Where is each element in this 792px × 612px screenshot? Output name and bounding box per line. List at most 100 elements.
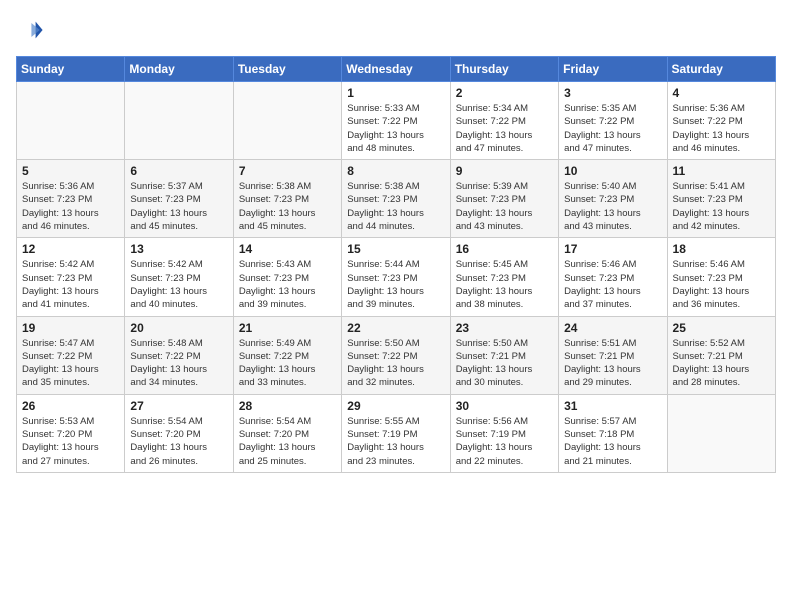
day-number: 21 [239,321,336,335]
day-number: 10 [564,164,661,178]
calendar-header-row: SundayMondayTuesdayWednesdayThursdayFrid… [17,57,776,82]
calendar-cell: 18Sunrise: 5:46 AM Sunset: 7:23 PM Dayli… [667,238,775,316]
day-of-week-header: Saturday [667,57,775,82]
calendar-cell: 11 Sunrise: 5:41 AM Sunset: 7:23 PM Dayli… [667,160,775,238]
day-info: Sunrise: 5:45 AM Sunset: 7:23 PM Dayligh… [456,258,553,311]
day-number: 7 [239,164,336,178]
day-info: Sunrise: 5:54 AM Sunset: 7:20 PM Dayligh… [239,415,336,468]
logo [16,16,48,44]
day-number: 14 [239,242,336,256]
day-info: Sunrise: 5:50 AM Sunset: 7:21 PM Dayligh… [456,337,553,390]
day-info: Sunrise: 5:46 AM Sunset: 7:23 PM Dayligh… [564,258,661,311]
day-info: Sunrise: 5:39 AM Sunset: 7:23 PM Dayligh… [456,180,553,233]
calendar-week-row: 12 Sunrise: 5:42 AM Sunset: 7:23 PM Dayli… [17,238,776,316]
calendar-cell [667,394,775,472]
day-number: 5 [22,164,119,178]
calendar-cell: 6 Sunrise: 5:37 AM Sunset: 7:23 PM Daylig… [125,160,233,238]
day-info: Sunrise: 5:42 AM Sunset: 7:23 PM Dayligh… [130,258,227,311]
day-number: 6 [130,164,227,178]
day-info: Sunrise: 5:42 AM Sunset: 7:23 PM Dayligh… [22,258,119,311]
day-info: Sunrise: 5:36 AM Sunset: 7:22 PM Dayligh… [673,102,770,155]
day-number: 25 [673,321,770,335]
day-info: Sunrise: 5:38 AM Sunset: 7:23 PM Dayligh… [239,180,336,233]
page-header [16,16,776,44]
day-number: 19 [22,321,119,335]
day-number: 18 [673,242,770,256]
day-of-week-header: Wednesday [342,57,450,82]
day-number: 11 [673,164,770,178]
day-of-week-header: Tuesday [233,57,341,82]
calendar-cell: 17 Sunrise: 5:46 AM Sunset: 7:23 PM Dayli… [559,238,667,316]
day-number: 12 [22,242,119,256]
day-number: 22 [347,321,444,335]
day-of-week-header: Friday [559,57,667,82]
calendar-week-row: 5 Sunrise: 5:36 AM Sunset: 7:23 PM Daylig… [17,160,776,238]
day-number: 26 [22,399,119,413]
day-info: Sunrise: 5:35 AM Sunset: 7:22 PM Dayligh… [564,102,661,155]
calendar-week-row: 26 Sunrise: 5:53 AM Sunset: 7:20 PM Dayli… [17,394,776,472]
day-info: Sunrise: 5:53 AM Sunset: 7:20 PM Dayligh… [22,415,119,468]
calendar-week-row: 19 Sunrise: 5:47 AM Sunset: 7:22 PM Dayli… [17,316,776,394]
calendar-cell: 12 Sunrise: 5:42 AM Sunset: 7:23 PM Dayli… [17,238,125,316]
day-info: Sunrise: 5:52 AM Sunset: 7:21 PM Dayligh… [673,337,770,390]
calendar-cell: 23 Sunrise: 5:50 AM Sunset: 7:21 PM Dayli… [450,316,558,394]
day-of-week-header: Monday [125,57,233,82]
day-number: 3 [564,86,661,100]
day-number: 2 [456,86,553,100]
day-info: Sunrise: 5:54 AM Sunset: 7:20 PM Dayligh… [130,415,227,468]
calendar-cell: 16 Sunrise: 5:45 AM Sunset: 7:23 PM Dayli… [450,238,558,316]
calendar-cell: 21Sunrise: 5:49 AM Sunset: 7:22 PM Dayli… [233,316,341,394]
calendar-cell: 10 Sunrise: 5:40 AM Sunset: 7:23 PM Dayli… [559,160,667,238]
day-number: 27 [130,399,227,413]
day-number: 23 [456,321,553,335]
calendar-cell: 15 Sunrise: 5:44 AM Sunset: 7:23 PM Dayli… [342,238,450,316]
calendar-cell: 1 Sunrise: 5:33 AM Sunset: 7:22 PM Daylig… [342,82,450,160]
calendar-cell: 22 Sunrise: 5:50 AM Sunset: 7:22 PM Dayli… [342,316,450,394]
calendar-cell: 26 Sunrise: 5:53 AM Sunset: 7:20 PM Dayli… [17,394,125,472]
calendar-cell [233,82,341,160]
day-info: Sunrise: 5:37 AM Sunset: 7:23 PM Dayligh… [130,180,227,233]
day-number: 16 [456,242,553,256]
calendar-cell [17,82,125,160]
calendar-cell: 28 Sunrise: 5:54 AM Sunset: 7:20 PM Dayli… [233,394,341,472]
calendar-cell: 7 Sunrise: 5:38 AM Sunset: 7:23 PM Daylig… [233,160,341,238]
day-info: Sunrise: 5:44 AM Sunset: 7:23 PM Dayligh… [347,258,444,311]
day-info: Sunrise: 5:38 AM Sunset: 7:23 PM Dayligh… [347,180,444,233]
calendar-week-row: 1 Sunrise: 5:33 AM Sunset: 7:22 PM Daylig… [17,82,776,160]
calendar-cell: 24Sunrise: 5:51 AM Sunset: 7:21 PM Dayli… [559,316,667,394]
day-number: 30 [456,399,553,413]
calendar-cell: 29Sunrise: 5:55 AM Sunset: 7:19 PM Dayli… [342,394,450,472]
day-number: 28 [239,399,336,413]
day-info: Sunrise: 5:36 AM Sunset: 7:23 PM Dayligh… [22,180,119,233]
day-info: Sunrise: 5:34 AM Sunset: 7:22 PM Dayligh… [456,102,553,155]
day-number: 8 [347,164,444,178]
day-of-week-header: Thursday [450,57,558,82]
calendar-cell [125,82,233,160]
calendar-cell: 31Sunrise: 5:57 AM Sunset: 7:18 PM Dayli… [559,394,667,472]
calendar-cell: 30Sunrise: 5:56 AM Sunset: 7:19 PM Dayli… [450,394,558,472]
day-of-week-header: Sunday [17,57,125,82]
day-info: Sunrise: 5:47 AM Sunset: 7:22 PM Dayligh… [22,337,119,390]
calendar-table: SundayMondayTuesdayWednesdayThursdayFrid… [16,56,776,473]
day-info: Sunrise: 5:33 AM Sunset: 7:22 PM Dayligh… [347,102,444,155]
day-number: 9 [456,164,553,178]
calendar-cell: 20Sunrise: 5:48 AM Sunset: 7:22 PM Dayli… [125,316,233,394]
calendar-cell: 5 Sunrise: 5:36 AM Sunset: 7:23 PM Daylig… [17,160,125,238]
day-number: 15 [347,242,444,256]
calendar-cell: 4Sunrise: 5:36 AM Sunset: 7:22 PM Daylig… [667,82,775,160]
day-info: Sunrise: 5:40 AM Sunset: 7:23 PM Dayligh… [564,180,661,233]
calendar-cell: 13 Sunrise: 5:42 AM Sunset: 7:23 PM Dayli… [125,238,233,316]
day-number: 1 [347,86,444,100]
calendar-cell: 25 Sunrise: 5:52 AM Sunset: 7:21 PM Dayli… [667,316,775,394]
calendar-cell: 27 Sunrise: 5:54 AM Sunset: 7:20 PM Dayli… [125,394,233,472]
day-info: Sunrise: 5:41 AM Sunset: 7:23 PM Dayligh… [673,180,770,233]
day-info: Sunrise: 5:55 AM Sunset: 7:19 PM Dayligh… [347,415,444,468]
day-number: 13 [130,242,227,256]
day-number: 17 [564,242,661,256]
day-info: Sunrise: 5:50 AM Sunset: 7:22 PM Dayligh… [347,337,444,390]
calendar-cell: 8 Sunrise: 5:38 AM Sunset: 7:23 PM Daylig… [342,160,450,238]
calendar-cell: 2 Sunrise: 5:34 AM Sunset: 7:22 PM Daylig… [450,82,558,160]
day-info: Sunrise: 5:43 AM Sunset: 7:23 PM Dayligh… [239,258,336,311]
day-info: Sunrise: 5:51 AM Sunset: 7:21 PM Dayligh… [564,337,661,390]
day-info: Sunrise: 5:57 AM Sunset: 7:18 PM Dayligh… [564,415,661,468]
